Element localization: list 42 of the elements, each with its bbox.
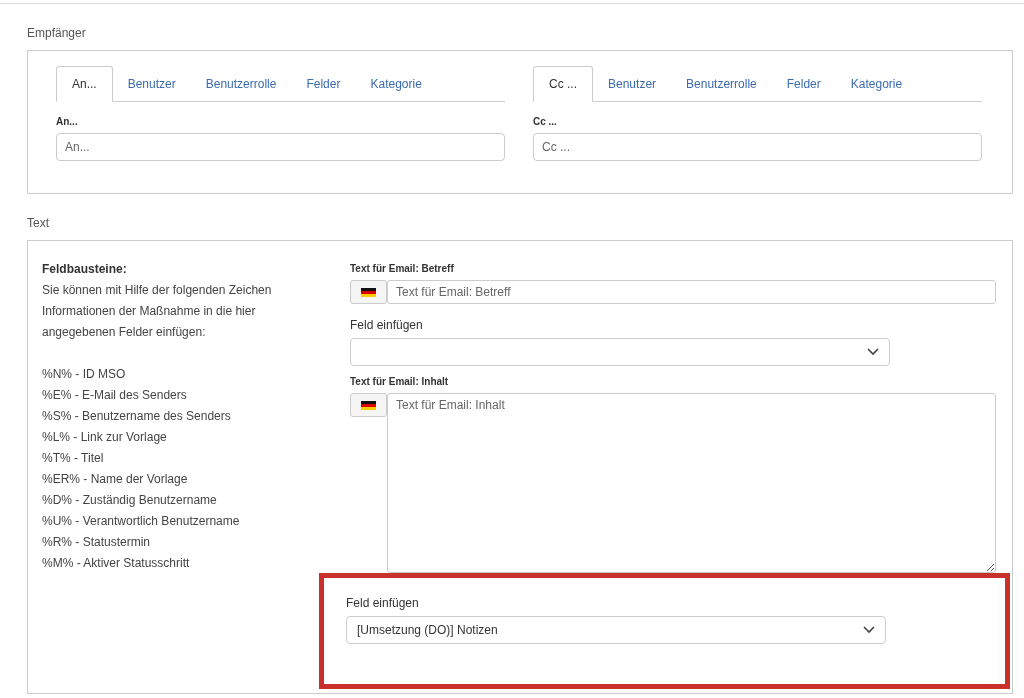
placeholder-code: %L% - Link zur Vorlage — [42, 429, 168, 446]
tab[interactable]: Benutzerrolle — [190, 67, 292, 102]
placeholder-code: %M% - Aktiver Statusschritt — [42, 555, 191, 572]
field-label: Text für Email: Inhalt — [350, 376, 450, 387]
flag-icon — [361, 400, 376, 410]
field-label: Feld einfügen — [350, 318, 424, 332]
subject-input-field[interactable]: Text für Email: Betreff — [387, 280, 996, 304]
insert-field-dropdown[interactable]: [Umsetzung (DO)] Notizen — [346, 616, 886, 644]
flag-icon — [361, 287, 376, 297]
placeholder-code: %N% - ID MSO — [42, 366, 127, 383]
field-label: Feld einfügen — [346, 596, 420, 610]
insert-field-dropdown[interactable] — [350, 338, 890, 366]
section-label: Empfänger — [27, 26, 87, 40]
tab[interactable]: Kategorie — [355, 67, 437, 102]
tab[interactable]: Felder — [771, 67, 836, 102]
placeholder-code: %R% - Statustermin — [42, 534, 152, 551]
field-label: Cc ... — [533, 116, 558, 127]
placeholder-code: %ER% - Name der Vorlage — [42, 471, 189, 488]
recipient-input-field[interactable]: An... — [56, 133, 505, 161]
tab[interactable]: Felder — [291, 67, 356, 102]
placeholder-code: %E% - E-Mail des Senders — [42, 387, 188, 404]
tab[interactable]: Benutzer — [593, 67, 672, 102]
section-label: Text — [27, 216, 50, 230]
tab[interactable]: Benutzerrolle — [671, 67, 772, 102]
placeholder-code: %U% - Verantwortlich Benutzername — [42, 513, 241, 530]
field-label: Text für Email: Betreff — [350, 263, 455, 274]
placeholder-code: %S% - Benutzername des Senders — [42, 408, 232, 425]
help-text: Sie können mit Hilfe der folgenden Zeichen Informationen der Maßnahme in die hier angegebenen Felder einfügen: — [42, 282, 273, 341]
help-title: Feldbausteine: — [42, 261, 128, 278]
chevron-down-icon — [867, 348, 879, 356]
chevron-down-icon — [863, 626, 875, 634]
tab[interactable]: Cc ... — [533, 66, 593, 102]
tab[interactable]: Kategorie — [835, 67, 918, 102]
placeholder-code: %D% - Zuständig Benutzername — [42, 492, 218, 509]
language-button[interactable] — [350, 280, 387, 304]
language-button[interactable] — [350, 393, 387, 417]
placeholder-code: %T% - Titel — [42, 450, 105, 467]
body-text-area[interactable]: Text für Email: Inhalt — [387, 393, 996, 573]
tab[interactable]: An... — [56, 66, 113, 102]
recipient-input-field[interactable]: Cc ... — [533, 133, 982, 161]
tab[interactable]: Benutzer — [112, 67, 191, 102]
field-label: An... — [56, 116, 79, 127]
